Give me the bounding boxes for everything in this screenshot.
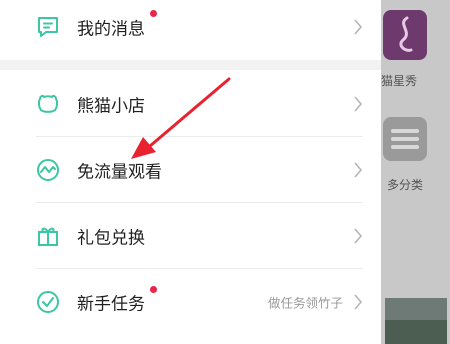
panda-shop-icon xyxy=(37,94,59,113)
message-icon xyxy=(38,17,58,37)
chevron-right-icon xyxy=(354,19,363,35)
menu-item-label: 我的消息 xyxy=(77,19,145,40)
check-circle-icon xyxy=(37,291,59,313)
gift-icon xyxy=(38,227,58,246)
menu-item-hint: 做任务领竹子 xyxy=(267,295,343,311)
category-tile[interactable] xyxy=(383,117,427,161)
category-tile-label: 多分类 xyxy=(387,178,424,192)
background-app[interactable]: 猫星秀 多分类 xyxy=(381,0,450,344)
app-tile-thumbnail[interactable] xyxy=(383,10,427,60)
menu-item-messages[interactable]: 我的消息 xyxy=(0,0,381,60)
app-tile-label: 猫星秀 xyxy=(381,74,418,88)
thumbnail-image-lower xyxy=(385,320,447,344)
chevron-right-icon xyxy=(354,294,363,310)
notification-badge xyxy=(150,286,157,293)
side-drawer: 我的消息 熊猫小店 免流量观看 礼包兑换 新手任务 做任务领竹子 xyxy=(0,0,381,344)
list-icon xyxy=(391,129,419,149)
chevron-right-icon xyxy=(354,162,363,178)
swirl-logo-icon xyxy=(399,16,413,52)
menu-item-free-data-watch[interactable]: 免流量观看 xyxy=(0,137,381,203)
menu-item-label: 礼包兑换 xyxy=(77,228,145,249)
notification-badge xyxy=(150,10,157,17)
menu-item-gift-redeem[interactable]: 礼包兑换 xyxy=(0,203,381,269)
menu-item-newbie-tasks[interactable]: 新手任务 做任务领竹子 xyxy=(0,269,381,335)
menu-item-label: 新手任务 xyxy=(77,294,145,315)
menu-item-panda-shop[interactable]: 熊猫小店 xyxy=(0,71,381,137)
wave-icon xyxy=(37,159,59,181)
menu-item-label: 免流量观看 xyxy=(77,162,162,183)
menu-item-label: 熊猫小店 xyxy=(77,96,145,117)
section-gap xyxy=(0,60,381,70)
chevron-right-icon xyxy=(354,96,363,112)
chevron-right-icon xyxy=(354,228,363,244)
